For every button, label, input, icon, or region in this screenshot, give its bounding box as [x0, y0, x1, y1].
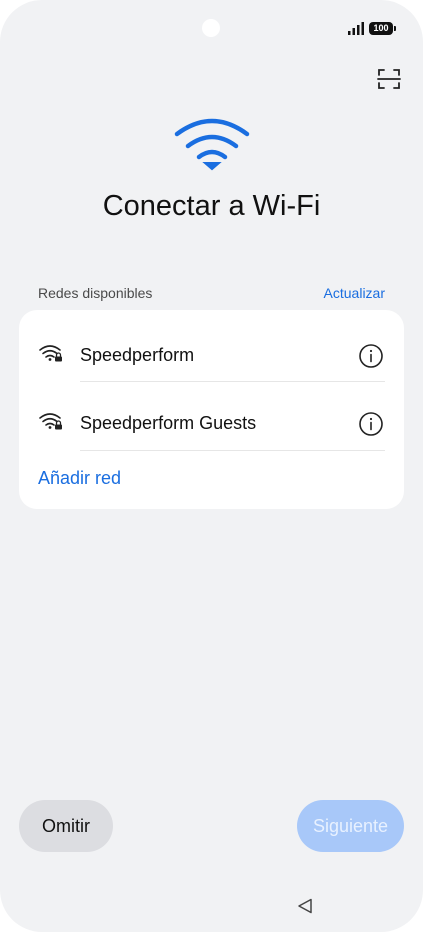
page-title: Conectar a Wi-Fi: [102, 190, 321, 222]
wifi-locked-icon: [39, 345, 62, 362]
divider: [80, 450, 385, 451]
skip-button[interactable]: Omitir: [19, 800, 113, 852]
network-name: Speedperform: [80, 345, 195, 365]
qr-scan-icon[interactable]: [376, 66, 402, 92]
divider: [80, 381, 385, 382]
network-item-speedperform[interactable]: Speedperform: [19, 318, 404, 380]
battery-indicator: 100: [369, 22, 396, 35]
signal-icon: [348, 22, 364, 35]
network-item-speedperform-guests[interactable]: Speedperform Guests: [19, 386, 404, 448]
setup-screen: 100 Conectar a Wi-Fi Redes disponibles A…: [0, 0, 423, 932]
camera-cutout: [202, 19, 220, 37]
status-bar: 100: [348, 22, 396, 35]
wifi-locked-icon: [39, 413, 62, 430]
wifi-icon: [174, 118, 250, 171]
back-triangle-icon[interactable]: [296, 897, 314, 915]
add-network-link[interactable]: Añadir red: [38, 468, 121, 489]
available-networks-label: Redes disponibles: [38, 285, 153, 301]
next-button[interactable]: Siguiente: [297, 800, 404, 852]
networks-card: Speedperform Speedperform Guests Añadir …: [19, 310, 404, 509]
network-name: Speedperform Guests: [80, 413, 257, 433]
refresh-link[interactable]: Actualizar: [324, 285, 385, 301]
info-icon[interactable]: [358, 343, 384, 369]
info-icon[interactable]: [358, 411, 384, 437]
